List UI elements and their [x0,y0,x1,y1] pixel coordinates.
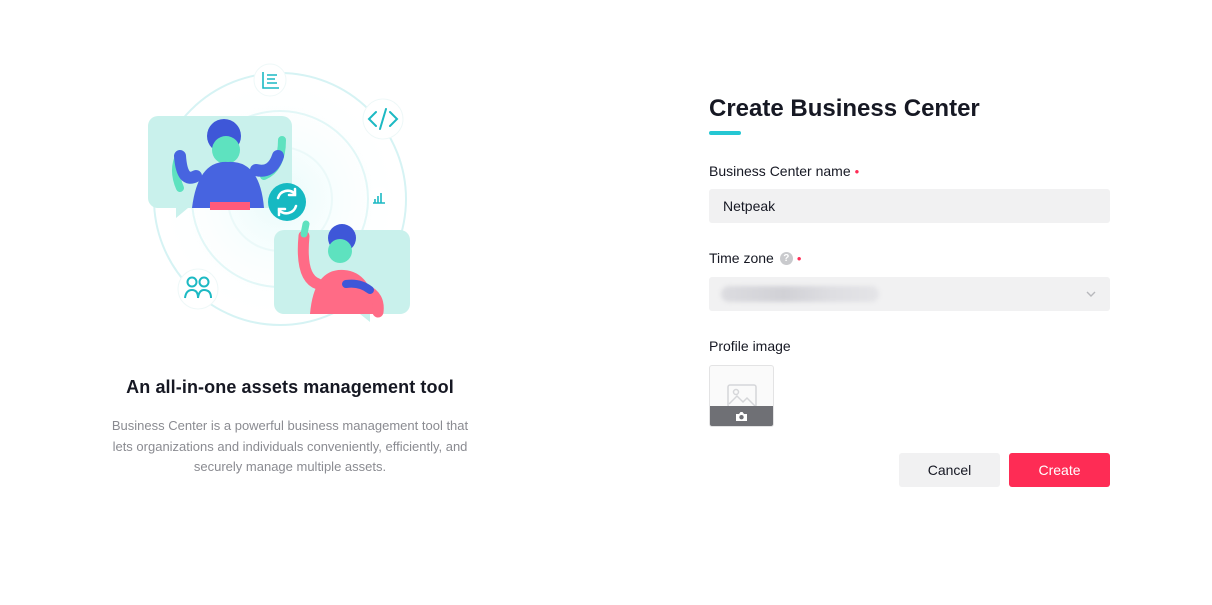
refresh-icon [268,183,306,221]
timezone-value-blurred [721,286,879,302]
profile-image-label-text: Profile image [709,338,791,354]
page-title: Create Business Center [709,95,980,122]
chat-card-right [274,220,410,322]
users-icon [177,268,219,310]
required-mark: • [854,163,860,179]
timezone-select[interactable] [709,277,1110,311]
image-placeholder-icon [727,384,757,408]
list-icon [253,63,287,97]
intro-panel: An all-in-one assets management tool Bus… [0,0,580,605]
create-business-center-form: Create Business Center Business Center n… [709,92,1110,487]
create-button[interactable]: Create [1009,453,1110,487]
timezone-label: Time zone ? • [709,249,801,267]
hero-illustration [140,58,440,348]
timezone-label-text: Time zone [709,250,774,266]
camera-icon [736,411,747,421]
required-mark: • [796,250,802,266]
intro-description: Business Center is a powerful business m… [111,418,469,474]
intro-tagline: An all-in-one assets management tool [126,377,454,397]
profile-image-label: Profile image [709,337,791,355]
help-icon[interactable]: ? [779,251,793,265]
camera-bar[interactable] [710,406,773,426]
cancel-button[interactable]: Cancel [899,453,1000,487]
name-field[interactable] [709,189,1110,223]
profile-image-upload[interactable] [709,365,774,427]
bar-chart-icon [369,187,389,207]
code-icon [362,98,404,140]
business-center-name-input[interactable] [709,189,1110,223]
title-underline [709,131,741,135]
name-label-text: Business Center name [709,163,851,179]
name-label: Business Center name • [709,162,859,180]
chevron-down-icon [1086,291,1096,297]
